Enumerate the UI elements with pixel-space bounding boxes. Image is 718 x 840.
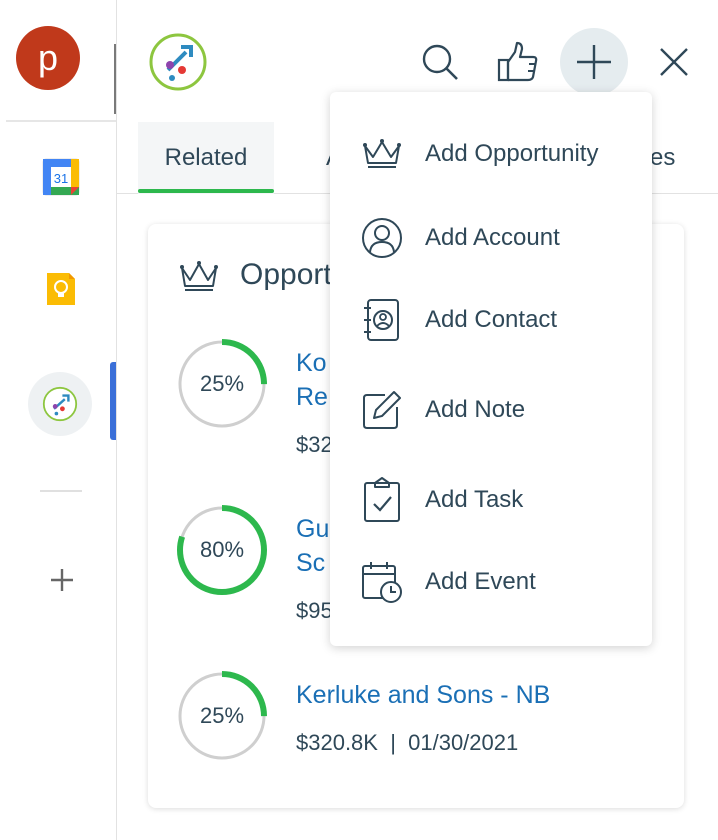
progress-percent: 80% [199, 537, 245, 562]
search-icon[interactable] [418, 40, 462, 84]
crm-app-icon[interactable] [28, 372, 92, 436]
address-book-icon [360, 298, 404, 342]
add-button[interactable] [560, 28, 628, 96]
progress-percent: 25% [199, 703, 245, 728]
user-avatar[interactable]: p [16, 26, 80, 90]
user-circle-icon [360, 216, 404, 260]
rail-divider-bottom [40, 490, 82, 492]
google-keep-icon[interactable] [41, 269, 81, 309]
calendar-day: 31 [54, 171, 68, 186]
menu-label: Add Note [425, 396, 526, 423]
menu-label: Add Account [425, 224, 560, 251]
opportunity-meta: $320.8K | 01/30/2021 [296, 730, 519, 755]
crown-icon [178, 258, 220, 294]
tab-related[interactable]: Related [138, 122, 274, 194]
menu-label: Add Event [425, 568, 536, 595]
menu-label: Add Opportunity [425, 140, 599, 167]
add-menu-dropdown: Add Opportunity Add Account Add Contact [330, 92, 652, 646]
panel-resize-handle[interactable] [114, 44, 116, 114]
clipboard-check-icon [360, 477, 404, 522]
menu-label: Add Contact [425, 306, 558, 333]
tab-partial-right[interactable]: es [650, 144, 675, 172]
close-icon[interactable] [652, 40, 696, 84]
rail-divider [6, 120, 116, 122]
side-rail: p 31 [0, 0, 116, 840]
avatar-letter: p [37, 37, 59, 78]
opportunity-meta: $32 [296, 432, 333, 457]
thumbs-up-icon[interactable] [496, 40, 540, 84]
crm-logo [148, 32, 208, 92]
plus-icon [577, 45, 611, 79]
menu-item-add-event[interactable]: Add Event [330, 550, 652, 614]
menu-item-add-account[interactable]: Add Account [330, 206, 652, 270]
google-calendar-icon[interactable]: 31 [41, 157, 81, 197]
menu-item-add-task[interactable]: Add Task [330, 468, 652, 532]
card-title: Opport [240, 258, 332, 291]
opportunity-name-link[interactable]: Kerluke and Sons - NB [296, 678, 676, 712]
crown-icon [360, 132, 404, 176]
pencil-note-icon [360, 388, 404, 432]
opportunity-item: 25% Kerluke and Sons - NB $320.8K | 01/3… [176, 670, 676, 770]
menu-item-add-contact[interactable]: Add Contact [330, 288, 652, 352]
add-app-icon[interactable] [48, 566, 76, 594]
menu-label: Add Task [425, 486, 524, 513]
menu-item-add-note[interactable]: Add Note [330, 378, 652, 442]
menu-item-add-opportunity[interactable]: Add Opportunity [330, 122, 652, 186]
tab-active-indicator [138, 189, 274, 193]
progress-percent: 25% [199, 371, 245, 396]
calendar-clock-icon [360, 560, 404, 604]
opportunity-meta: $95 [296, 598, 333, 623]
